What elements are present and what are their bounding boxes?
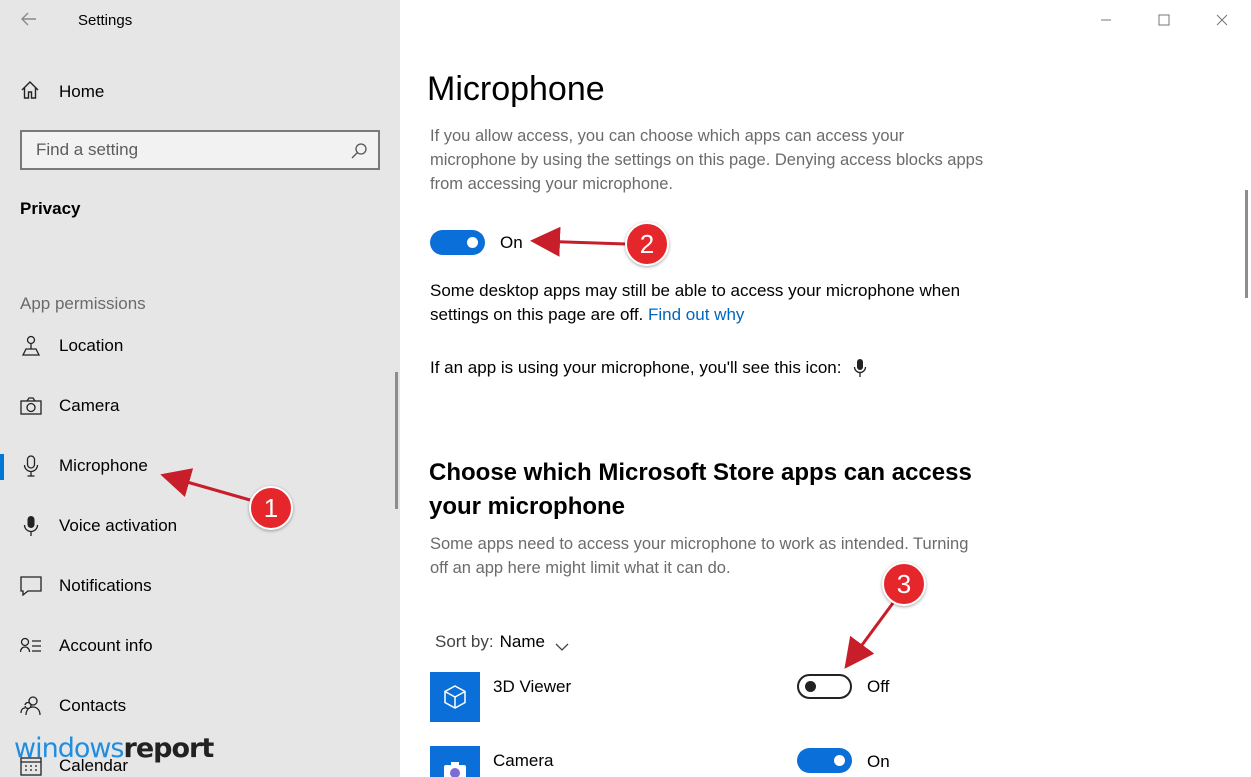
- sidebar-item-microphone[interactable]: Microphone: [0, 446, 400, 486]
- chevron-down-icon: [555, 637, 569, 651]
- 3d-viewer-toggle[interactable]: [797, 674, 852, 699]
- back-arrow-icon[interactable]: [20, 10, 42, 30]
- camera-toggle-label: On: [867, 752, 890, 771]
- app-name: 3D Viewer: [493, 677, 572, 696]
- master-toggle-label: On: [500, 233, 523, 252]
- search-box[interactable]: [20, 130, 380, 170]
- watermark-part-2: report: [123, 733, 215, 764]
- search-input[interactable]: [36, 140, 336, 160]
- notifications-icon: [20, 575, 42, 597]
- sidebar-item-label: Account info: [59, 636, 153, 655]
- maximize-icon[interactable]: [1135, 0, 1193, 40]
- sidebar-item-notifications[interactable]: Notifications: [0, 566, 400, 606]
- watermark-part-1: windows: [14, 733, 125, 764]
- sidebar-item-label: Voice activation: [59, 516, 178, 535]
- sidebar: Settings Home Privacy App permissions Lo…: [0, 0, 400, 777]
- camera-app-toggle[interactable]: [797, 748, 852, 773]
- 3d-viewer-app-icon: [430, 672, 480, 722]
- page-description: If you allow access, you can choose whic…: [430, 127, 984, 193]
- sidebar-item-label: Notifications: [59, 576, 152, 595]
- camera-icon: [20, 395, 42, 417]
- annotation-badge-1: 1: [249, 486, 293, 530]
- selection-indicator: [0, 454, 4, 480]
- sidebar-scrollbar[interactable]: [395, 372, 398, 509]
- sidebar-item-camera[interactable]: Camera: [0, 386, 400, 426]
- sidebar-item-label: Location: [59, 336, 124, 355]
- 3d-viewer-toggle-label: Off: [867, 677, 890, 696]
- sidebar-item-voice-activation[interactable]: Voice activation: [0, 506, 400, 546]
- find-out-why-link[interactable]: Find out why: [648, 305, 744, 324]
- annotation-badge-2: 2: [625, 222, 669, 266]
- sidebar-item-location[interactable]: Location: [0, 326, 400, 366]
- annotation-badge-3: 3: [882, 562, 926, 606]
- window-controls: [1077, 0, 1251, 40]
- nav-home[interactable]: Home: [20, 80, 104, 104]
- section-title-privacy: Privacy: [20, 199, 81, 218]
- sidebar-item-label: Microphone: [59, 456, 148, 475]
- main-content: Microphone If you allow access, you can …: [400, 0, 1251, 777]
- desktop-apps-note: Some desktop apps may still be able to a…: [430, 279, 990, 327]
- store-apps-heading: Choose which Microsoft Store apps can ac…: [429, 459, 972, 520]
- group-label-app-permissions: App permissions: [20, 294, 146, 313]
- microphone-icon: [20, 455, 42, 477]
- nav-home-label: Home: [59, 82, 105, 101]
- master-microphone-toggle[interactable]: [430, 230, 485, 255]
- close-icon[interactable]: [1193, 0, 1251, 40]
- sort-dropdown[interactable]: Sort by: Name: [435, 632, 569, 652]
- sidebar-item-contacts[interactable]: Contacts: [0, 686, 400, 726]
- camera-app-icon: [430, 746, 480, 777]
- app-name: Camera: [493, 751, 554, 770]
- location-icon: [20, 335, 42, 357]
- sidebar-item-account-info[interactable]: Account info: [0, 626, 400, 666]
- sort-value: Name: [499, 632, 545, 651]
- windowsreport-watermark: windowsreport: [14, 733, 215, 764]
- search-icon[interactable]: [350, 142, 368, 160]
- page-title: Microphone: [427, 70, 605, 108]
- voice-activation-icon: [20, 515, 42, 537]
- sort-label: Sort by:: [435, 632, 494, 651]
- sidebar-item-label: Camera: [59, 396, 120, 415]
- home-icon: [20, 80, 40, 105]
- minimize-icon[interactable]: [1077, 0, 1135, 40]
- main-scrollbar[interactable]: [1245, 190, 1248, 298]
- microphone-in-use-icon: [853, 358, 867, 378]
- contacts-icon: [20, 695, 42, 717]
- window-title: Settings: [78, 12, 133, 29]
- icon-note: If an app is using your microphone, you'…: [430, 358, 867, 378]
- account-info-icon: [20, 635, 42, 657]
- icon-note-text: If an app is using your microphone, you'…: [430, 358, 842, 377]
- sidebar-item-label: Contacts: [59, 696, 127, 715]
